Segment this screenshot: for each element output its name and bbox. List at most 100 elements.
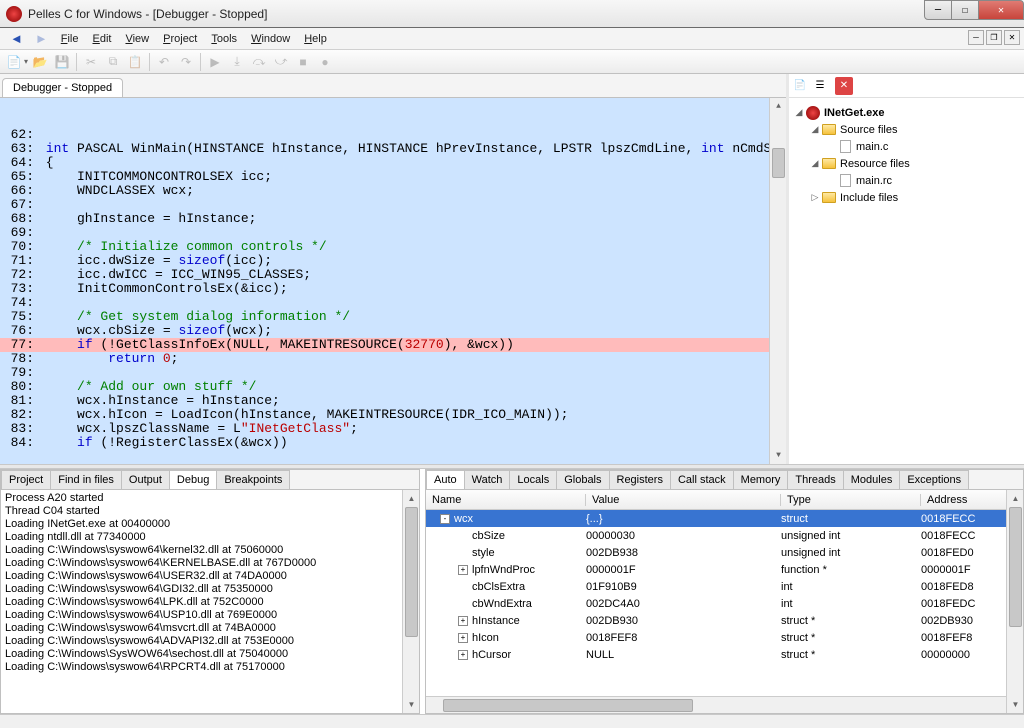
tab-breakpoints[interactable]: Breakpoints [216,470,290,489]
code-line[interactable]: 73 InitCommonControlsEx(&icc); [0,282,786,296]
tree-file[interactable]: main.rc [793,172,1020,189]
code-line[interactable]: 83 wcx.lpszClassName = L"INetGetClass"; [0,422,786,436]
code-line[interactable]: 78 return 0; [0,352,786,366]
code-line[interactable]: 79 [0,366,786,380]
variable-row[interactable]: -wcx{...}struct0018FECC [426,510,1023,527]
tree-folder[interactable]: ▷Include files [793,189,1020,206]
variables-list[interactable]: -wcx{...}struct0018FECCcbSize00000030uns… [426,510,1023,663]
menu-project[interactable]: Project [156,31,204,47]
code-line[interactable]: 72 icc.dwICC = ICC_WIN95_CLASSES; [0,268,786,282]
code-line[interactable]: 70 /* Initialize common controls */ [0,240,786,254]
tree-root[interactable]: ◢INetGet.exe [793,104,1020,121]
code-editor[interactable]: 62 63 int PASCAL WinMain(HINSTANCE hInst… [0,98,786,464]
nav-back-icon[interactable]: ◄ [10,31,23,46]
tab-debug[interactable]: Debug [169,470,217,489]
window-close-button[interactable]: ✕ [978,0,1024,20]
scroll-down-icon[interactable]: ▼ [770,447,786,464]
stop-button[interactable]: ■ [293,52,313,72]
scroll-up-icon[interactable]: ▲ [403,490,419,507]
scrollbar-thumb[interactable] [772,148,785,178]
code-line[interactable]: 68 ghInstance = hInstance; [0,212,786,226]
tab-find-in-files[interactable]: Find in files [50,470,122,489]
code-line[interactable]: 75 /* Get system dialog information */ [0,310,786,324]
code-line[interactable]: 63 int PASCAL WinMain(HINSTANCE hInstanc… [0,142,786,156]
code-line[interactable]: 62 [0,128,786,142]
code-line[interactable]: 82 wcx.hIcon = LoadIcon(hInstance, MAKEI… [0,408,786,422]
col-name[interactable]: Name [426,494,586,506]
vars-scrollbar-v[interactable]: ▲ ▼ [1006,490,1023,713]
code-line[interactable]: 81 wcx.hInstance = hInstance; [0,394,786,408]
menu-view[interactable]: View [118,31,156,47]
mdi-close-button[interactable]: ✕ [1004,30,1020,45]
variable-row[interactable]: +hIcon0018FEF8struct *0018FEF8 [426,629,1023,646]
project-close-button[interactable]: ✕ [835,77,853,95]
code-line[interactable]: 65 INITCOMMONCONTROLSEX icc; [0,170,786,184]
editor-scrollbar-vertical[interactable]: ▲ ▼ [769,98,786,464]
code-line[interactable]: 69 [0,226,786,240]
vars-scrollbar-h[interactable] [426,696,1006,713]
variable-row[interactable]: cbSize00000030unsigned int0018FECC [426,527,1023,544]
col-type[interactable]: Type [781,494,921,506]
tree-folder[interactable]: ◢Source files [793,121,1020,138]
mdi-minimize-button[interactable]: ─ [968,30,984,45]
run-button[interactable]: ▶ [205,52,225,72]
tab-output[interactable]: Output [121,470,170,489]
tab-registers[interactable]: Registers [609,470,671,489]
tab-auto[interactable]: Auto [426,470,465,489]
tab-modules[interactable]: Modules [843,470,901,489]
breakpoint-button[interactable]: ● [315,52,335,72]
code-line[interactable]: 71 icc.dwSize = sizeof(icc); [0,254,786,268]
code-line[interactable]: 76 wcx.cbSize = sizeof(wcx); [0,324,786,338]
menu-help[interactable]: Help [297,31,334,47]
scroll-up-icon[interactable]: ▲ [1007,490,1023,507]
mdi-restore-button[interactable]: ❐ [986,30,1002,45]
project-tree[interactable]: ◢INetGet.exe◢Source filesmain.c◢Resource… [789,98,1024,464]
variable-row[interactable]: cbWndExtra002DC4A0int0018FEDC [426,595,1023,612]
project-view-button[interactable]: 📄 [791,77,809,95]
variable-row[interactable]: +hCursorNULLstruct *00000000 [426,646,1023,663]
menu-edit[interactable]: Edit [86,31,119,47]
tab-memory[interactable]: Memory [733,470,789,489]
new-file-button[interactable]: 📄 [4,52,24,72]
tree-folder[interactable]: ◢Resource files [793,155,1020,172]
menu-window[interactable]: Window [244,31,297,47]
editor-tab-active[interactable]: Debugger - Stopped [2,78,123,97]
tab-threads[interactable]: Threads [787,470,843,489]
code-line[interactable]: 77 if (!GetClassInfoEx(NULL, MAKEINTRESO… [0,338,786,352]
code-line[interactable]: 67 [0,198,786,212]
variable-row[interactable]: cbClsExtra01F910B9int0018FED8 [426,578,1023,595]
scrollbar-thumb[interactable] [1009,507,1022,627]
output-scrollbar[interactable]: ▲ ▼ [402,490,419,713]
tab-watch[interactable]: Watch [464,470,511,489]
variable-row[interactable]: style002DB938unsigned int0018FED0 [426,544,1023,561]
menu-tools[interactable]: Tools [204,31,244,47]
step-over-button[interactable]: ⤼ [249,52,269,72]
tab-call-stack[interactable]: Call stack [670,470,734,489]
step-out-button[interactable]: ⤻ [271,52,291,72]
variable-row[interactable]: +hInstance002DB930struct *002DB930 [426,612,1023,629]
code-line[interactable]: 64 { [0,156,786,170]
tab-project[interactable]: Project [1,470,51,489]
col-value[interactable]: Value [586,494,781,506]
code-line[interactable]: 74 [0,296,786,310]
code-line[interactable]: 80 /* Add our own stuff */ [0,380,786,394]
project-list-button[interactable]: ☰ [811,77,829,95]
tab-locals[interactable]: Locals [509,470,557,489]
scroll-down-icon[interactable]: ▼ [1007,696,1023,713]
scrollbar-thumb[interactable] [405,507,418,637]
tree-file[interactable]: main.c [793,138,1020,155]
scroll-down-icon[interactable]: ▼ [403,696,419,713]
variable-row[interactable]: +lpfnWndProc0000001Ffunction *0000001F [426,561,1023,578]
tab-globals[interactable]: Globals [556,470,609,489]
tab-exceptions[interactable]: Exceptions [899,470,969,489]
window-maximize-button[interactable]: ☐ [951,0,979,20]
window-minimize-button[interactable]: ─ [924,0,952,20]
code-line[interactable]: 84 if (!RegisterClassEx(&wcx)) [0,436,786,450]
open-file-button[interactable]: 📂 [30,52,50,72]
step-button[interactable]: ⤓ [227,52,247,72]
debug-log[interactable]: Process A20 started Thread C04 started L… [1,490,419,676]
menu-file[interactable]: File [54,31,86,47]
scrollbar-thumb[interactable] [443,699,693,712]
code-line[interactable]: 66 WNDCLASSEX wcx; [0,184,786,198]
scroll-up-icon[interactable]: ▲ [770,98,786,115]
